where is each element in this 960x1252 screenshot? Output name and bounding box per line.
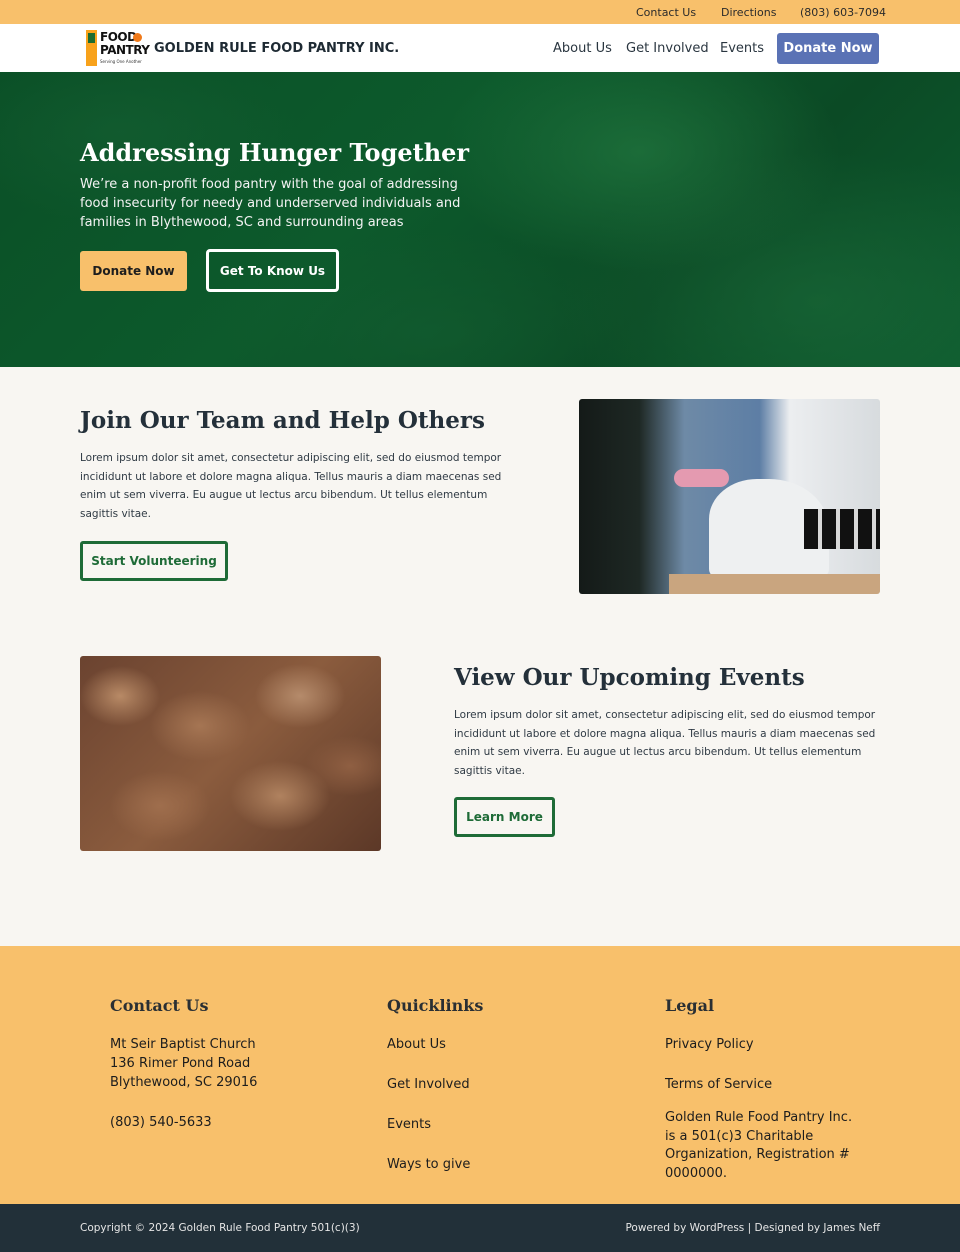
bottom-bar: Copyright © 2024 Golden Rule Food Pantry…: [0, 1204, 960, 1252]
footer-legal-heading: Legal: [665, 996, 715, 1015]
topbar-contact-link[interactable]: Contact Us: [636, 6, 696, 19]
site-footer: Contact Us Mt Seir Baptist Church 136 Ri…: [0, 946, 960, 1204]
footer-link-ways-to-give[interactable]: Ways to give: [387, 1157, 470, 1172]
hero-title: Addressing Hunger Together: [80, 138, 470, 167]
hero-get-to-know-us-button[interactable]: Get To Know Us: [206, 249, 339, 292]
footer-link-terms-of-service[interactable]: Terms of Service: [665, 1077, 772, 1092]
volunteer-text: Lorem ipsum dolor sit amet, consectetur …: [80, 452, 502, 520]
footer-address-line: Blythewood, SC 29016: [110, 1075, 258, 1090]
site-logo[interactable]: FOOD PANTRY Serving One Another: [86, 30, 150, 66]
volunteers-packing-photo: [579, 399, 880, 594]
photo-box: [669, 574, 880, 594]
orange-icon: [133, 33, 142, 42]
footer-link-privacy-policy[interactable]: Privacy Policy: [665, 1037, 754, 1052]
topbar-phone-link[interactable]: (803) 603-7094: [800, 6, 886, 19]
top-bar: Contact Us Directions (803) 603-7094: [0, 0, 960, 24]
footer-address-line: 136 Rimer Pond Road: [110, 1056, 251, 1071]
footer-link-about-us[interactable]: About Us: [387, 1037, 446, 1052]
brand-name[interactable]: GOLDEN RULE FOOD PANTRY INC.: [154, 41, 399, 56]
logo-tagline: Serving One Another: [100, 59, 142, 64]
footer-charity-note: Golden Rule Food Pantry Inc. is a 501(c)…: [665, 1110, 853, 1182]
nav-item-get-involved[interactable]: Get Involved: [626, 41, 709, 56]
hero-donate-button[interactable]: Donate Now: [80, 251, 187, 291]
photo-containers: [804, 509, 880, 549]
footer-link-events[interactable]: Events: [387, 1117, 431, 1132]
footer-contact-heading: Contact Us: [110, 996, 209, 1015]
learn-more-button[interactable]: Learn More: [454, 797, 555, 837]
logo-stripe-accent: [88, 33, 95, 43]
start-volunteering-button[interactable]: Start Volunteering: [80, 541, 228, 581]
volunteer-title: Join Our Team and Help Others: [80, 407, 485, 434]
nav-item-about-us[interactable]: About Us: [553, 41, 612, 56]
photo-glove: [674, 469, 729, 487]
nav-donate-button[interactable]: Donate Now: [777, 33, 879, 64]
credits-text: Powered by WordPress | Designed by James…: [625, 1222, 880, 1234]
nav-item-events[interactable]: Events: [720, 41, 764, 56]
copyright-text: Copyright © 2024 Golden Rule Food Pantry…: [80, 1222, 360, 1234]
footer-address-line: Mt Seir Baptist Church: [110, 1037, 256, 1052]
hero-description: We’re a non-profit food pantry with the …: [80, 177, 461, 230]
logo-word-pantry: PANTRY: [100, 43, 150, 57]
grocery-bags-photo: [80, 656, 381, 851]
logo-word-food: FOOD: [100, 30, 137, 44]
footer-quicklinks-heading: Quicklinks: [387, 996, 484, 1015]
events-text: Lorem ipsum dolor sit amet, consectetur …: [454, 709, 876, 777]
topbar-directions-link[interactable]: Directions: [721, 6, 776, 19]
hero-section: Addressing Hunger Together We’re a non-p…: [0, 72, 960, 367]
events-title: View Our Upcoming Events: [454, 664, 805, 691]
footer-phone[interactable]: (803) 540-5633: [110, 1115, 212, 1130]
footer-link-get-involved[interactable]: Get Involved: [387, 1077, 470, 1092]
